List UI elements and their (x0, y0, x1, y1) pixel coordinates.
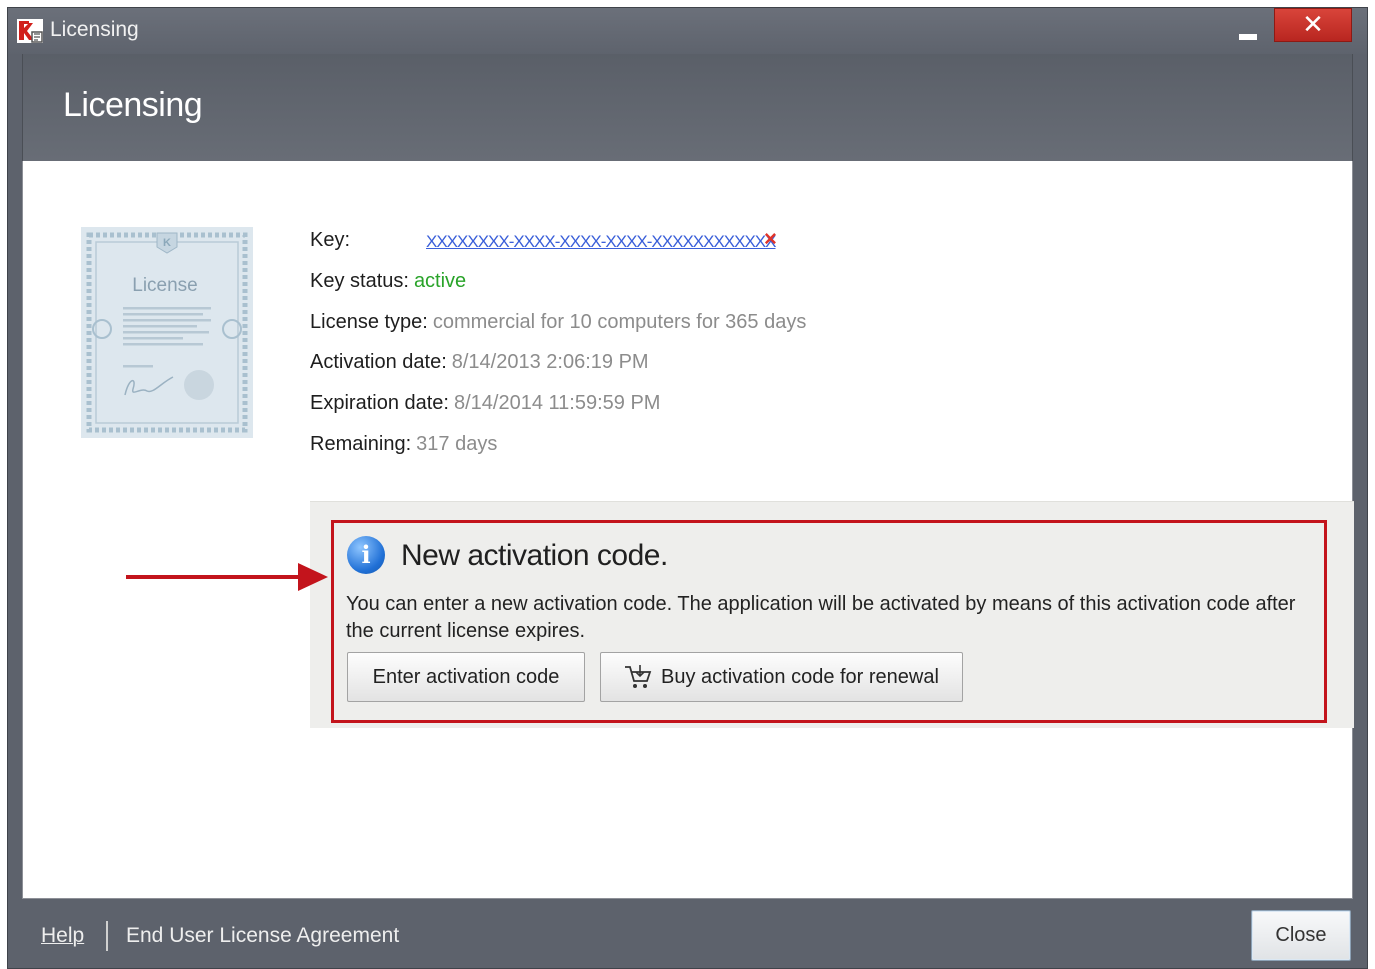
notice-title: New activation code. (401, 539, 668, 572)
buy-activation-code-label: Buy activation code for renewal (661, 666, 939, 688)
footer: Help End User License Agreement Close (8, 899, 1369, 969)
license-type-value: commercial for 10 computers for 365 days (432, 311, 807, 333)
window-close-button[interactable]: ✕ (1274, 8, 1352, 42)
remaining-label: Remaining: (310, 433, 412, 455)
help-link[interactable]: Help (41, 924, 84, 948)
key-row: Key: XXXXXXXX-XXXX-XXXX-XXXX-XXXXXXXXXXX… (310, 226, 777, 252)
activation-date-label: Activation date: (310, 351, 447, 373)
svg-text:K: K (163, 237, 171, 249)
content-area: K License Key: XXXXXXXX-XXXX-XXXX-XXXX-X… (22, 161, 1354, 899)
key-status-row: Key status: active (310, 270, 466, 293)
callout-arrow (126, 563, 328, 591)
key-value-link[interactable]: XXXXXXXX-XXXX-XXXX-XXXX-XXXXXXXXXXXX (426, 232, 776, 252)
expiration-date-label: Expiration date: (310, 392, 449, 414)
buy-activation-code-button[interactable]: Buy activation code for renewal (600, 652, 963, 702)
license-caption: License (132, 275, 198, 296)
shopping-cart-icon (625, 665, 652, 688)
close-button[interactable]: Close (1251, 910, 1351, 961)
info-icon: i (347, 536, 385, 574)
licensing-window: Licensing ✕ Licensing K License Key: XXX… (7, 7, 1368, 969)
license-type-row: License type: commercial for 10 computers… (310, 311, 806, 334)
key-status-label: Key status: (310, 270, 409, 292)
eula-link[interactable]: End User License Agreement (126, 924, 399, 948)
expiration-date-value: 8/14/2014 11:59:59 PM (453, 392, 661, 414)
key-status-value: active (413, 270, 467, 292)
remove-key-icon[interactable]: × (764, 226, 777, 252)
key-label: Key: (310, 229, 351, 251)
new-activation-notice: i New activation code. You can enter a n… (331, 520, 1327, 723)
remaining-row: Remaining: 317 days (310, 433, 497, 456)
window-title: Licensing (50, 18, 139, 41)
expiration-date-row: Expiration date: 8/14/2014 11:59:59 PM (310, 392, 660, 415)
page-title: Licensing (63, 86, 203, 124)
footer-divider (106, 921, 108, 951)
enter-activation-code-button[interactable]: Enter activation code (347, 652, 585, 702)
activation-date-value: 8/14/2013 2:06:19 PM (451, 351, 649, 373)
minimize-button[interactable] (1232, 14, 1268, 44)
enter-activation-code-label: Enter activation code (372, 666, 560, 688)
license-type-label: License type: (310, 311, 428, 333)
title-bar[interactable]: Licensing ✕ (8, 8, 1367, 54)
notice-description: You can enter a new activation code. The… (346, 593, 1296, 642)
kaspersky-app-icon (17, 19, 43, 43)
license-certificate-image: K License (81, 227, 253, 438)
activation-date-row: Activation date: 8/14/2013 2:06:19 PM (310, 351, 649, 374)
remaining-value: 317 days (416, 433, 498, 455)
page-header: Licensing (22, 54, 1353, 161)
